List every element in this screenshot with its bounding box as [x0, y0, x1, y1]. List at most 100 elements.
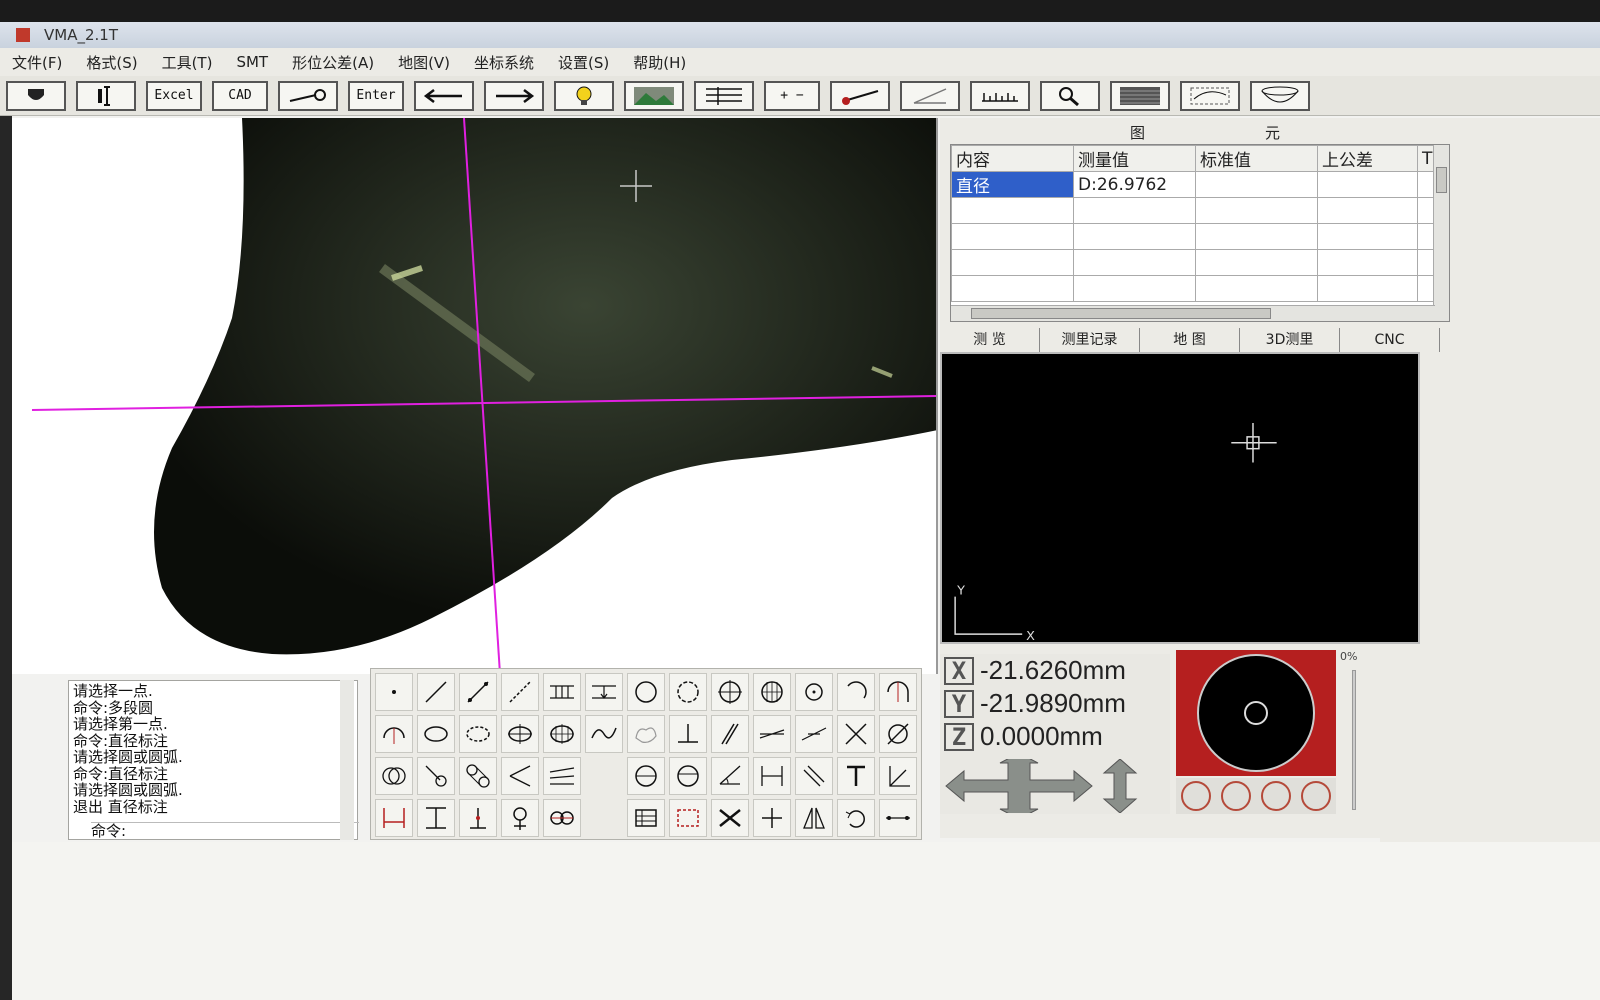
lamp-button[interactable]	[6, 80, 66, 111]
tool-arc-3pt[interactable]	[375, 715, 413, 753]
tool-horizontal-dim[interactable]	[753, 757, 791, 795]
menu-tools[interactable]: 工具(T)	[150, 52, 225, 73]
tool-slot[interactable]	[459, 757, 497, 795]
tool-circle-pair[interactable]	[543, 799, 581, 837]
tool-undo[interactable]	[837, 799, 875, 837]
tool-aligned-dim[interactable]	[795, 757, 833, 795]
height-button[interactable]	[76, 80, 136, 111]
tool-circle-chord[interactable]	[669, 757, 707, 795]
tool-arc-center[interactable]	[879, 673, 917, 711]
command-log[interactable]: 请选择一点. 命令:多段圆 请选择第一点. 命令:直径标注 请选择圆或圆弧. 命…	[68, 680, 359, 840]
tool-angle[interactable]	[501, 757, 539, 795]
tool-circle-points[interactable]	[669, 673, 707, 711]
tab-measurement-record[interactable]: 测里记录	[1040, 328, 1140, 352]
tool-bisector[interactable]	[795, 715, 833, 753]
ruler-button[interactable]	[970, 80, 1030, 111]
cell-content[interactable]: 直径	[951, 171, 1074, 198]
tool-ellipse-points[interactable]	[459, 715, 497, 753]
tool-line-multi[interactable]	[501, 673, 539, 711]
tool-intersection[interactable]	[837, 715, 875, 753]
tool-move[interactable]	[753, 799, 791, 837]
y-axis-button[interactable]: Y	[944, 689, 974, 718]
tool-circle-crosshair[interactable]	[753, 673, 791, 711]
tab-browse[interactable]: 测 览	[940, 328, 1040, 352]
wafer-view[interactable]	[1176, 650, 1336, 776]
enter-button[interactable]: Enter	[348, 80, 404, 111]
tool-circle[interactable]	[627, 673, 665, 711]
tool-spline[interactable]	[585, 715, 623, 753]
arrow-right-button[interactable]	[484, 80, 544, 111]
tab-map[interactable]: 地 图	[1140, 328, 1240, 352]
ring-icon[interactable]	[1181, 781, 1211, 811]
tool-circle-center[interactable]	[711, 673, 749, 711]
angle-button[interactable]	[900, 80, 960, 111]
tool-contour[interactable]	[627, 715, 665, 753]
tool-pin[interactable]	[501, 799, 539, 837]
menu-format[interactable]: 格式(S)	[74, 52, 149, 73]
column-header-upper-tolerance[interactable]: 上公差	[1317, 145, 1418, 172]
light-button[interactable]	[554, 80, 614, 111]
tool-circle-dot[interactable]	[795, 673, 833, 711]
table-row[interactable]	[951, 249, 1438, 276]
line-point-button[interactable]	[830, 80, 890, 111]
table-horizontal-scrollbar[interactable]	[951, 305, 1435, 321]
camera-view[interactable]	[12, 118, 938, 674]
table-row[interactable]	[951, 275, 1438, 302]
tool-ellipse-center[interactable]	[501, 715, 539, 753]
tool-distance[interactable]	[543, 673, 581, 711]
scroll-thumb[interactable]	[1436, 167, 1447, 193]
tool-ellipse[interactable]	[417, 715, 455, 753]
table-row[interactable]: 直径 D:26.9762	[951, 171, 1438, 198]
concentric-rings-icon[interactable]	[1221, 781, 1251, 811]
preview-view[interactable]: Y X	[940, 352, 1420, 644]
table-row[interactable]	[951, 197, 1438, 224]
tool-diameter[interactable]	[879, 715, 917, 753]
tool-ellipse-crosshair[interactable]	[543, 715, 581, 753]
tool-concentric[interactable]	[375, 757, 413, 795]
tool-mirror[interactable]	[795, 799, 833, 837]
tool-angle-dim[interactable]	[711, 757, 749, 795]
menu-help[interactable]: 帮助(H)	[621, 52, 698, 73]
x-axis-button[interactable]: X	[944, 656, 974, 685]
tool-parallel[interactable]	[711, 715, 749, 753]
tool-width[interactable]	[375, 799, 413, 837]
tool-coordinate-dim[interactable]	[879, 757, 917, 795]
cell-measured[interactable]: D:26.9762	[1073, 171, 1196, 198]
tool-report[interactable]	[627, 799, 665, 837]
spoke-wheel-icon[interactable]	[1261, 781, 1291, 811]
grid-button[interactable]	[694, 80, 754, 111]
menu-smt[interactable]: SMT	[224, 53, 280, 71]
plus-minus-button[interactable]: + −	[764, 80, 820, 111]
tab-cnc[interactable]: CNC	[1340, 328, 1440, 352]
tool-line[interactable]	[417, 673, 455, 711]
column-header-standard[interactable]: 标准值	[1195, 145, 1318, 172]
cell-standard[interactable]	[1195, 171, 1318, 198]
tool-select-box[interactable]	[669, 799, 707, 837]
command-prompt[interactable]: 命令:	[91, 821, 359, 840]
tool-point[interactable]	[375, 673, 413, 711]
curve-button[interactable]	[1180, 80, 1240, 111]
command-log-scrollbar[interactable]	[340, 680, 354, 840]
menu-file[interactable]: 文件(F)	[0, 52, 74, 73]
tool-height-point[interactable]	[459, 799, 497, 837]
bowl-button[interactable]	[1250, 80, 1310, 111]
tool-height[interactable]	[585, 673, 623, 711]
tool-angle-line[interactable]	[753, 715, 791, 753]
tool-delete[interactable]	[711, 799, 749, 837]
z-axis-button[interactable]: Z	[944, 722, 974, 751]
tool-multi-line[interactable]	[543, 757, 581, 795]
tool-perpendicular[interactable]	[669, 715, 707, 753]
column-header-content[interactable]: 内容	[951, 145, 1074, 172]
tool-circle-line[interactable]	[627, 757, 665, 795]
tool-point-distance[interactable]	[879, 799, 917, 837]
cell-upper-tolerance[interactable]	[1317, 171, 1418, 198]
cad-button[interactable]: CAD	[212, 80, 268, 111]
xy-jog-arrows-icon[interactable]	[944, 759, 1094, 813]
z-jog-arrows-icon[interactable]	[1100, 759, 1140, 813]
zoom-button[interactable]	[1040, 80, 1100, 111]
tool-tangent-circle[interactable]	[417, 757, 455, 795]
tab-3d-measurement[interactable]: 3D测里	[1240, 328, 1340, 352]
scroll-thumb[interactable]	[971, 308, 1271, 319]
measurement-table[interactable]: 内容 测量值 标准值 上公差 T 直径 D:26.9762	[950, 144, 1450, 322]
tool-arc[interactable]	[837, 673, 875, 711]
